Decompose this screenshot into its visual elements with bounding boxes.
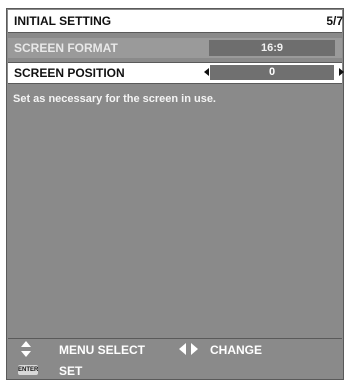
right-arrow-icon[interactable] xyxy=(339,68,344,76)
screen-format-value: 16:9 xyxy=(209,40,335,56)
menu-item-label: SCREEN POSITION xyxy=(14,66,125,80)
left-right-arrow-icon xyxy=(179,343,201,355)
menu-item-screen-position[interactable]: SCREEN POSITION 0 xyxy=(8,62,344,84)
screen-position-value[interactable]: 0 xyxy=(210,65,334,80)
osd-menu-window: INITIAL SETTING 5/7 SCREEN FORMAT 16:9 S… xyxy=(6,8,344,380)
change-hint: CHANGE xyxy=(210,343,263,357)
menu-item-screen-format[interactable]: SCREEN FORMAT 16:9 xyxy=(8,38,342,58)
menu-header: INITIAL SETTING 5/7 xyxy=(8,10,343,33)
menu-select-hint: MENU SELECT xyxy=(59,343,146,357)
menu-title: INITIAL SETTING xyxy=(14,14,112,28)
description-text: Set as necessary for the screen in use. xyxy=(13,93,216,105)
menu-item-label: SCREEN FORMAT xyxy=(14,41,118,55)
page-indicator: 5/7 xyxy=(326,14,343,28)
footer-divider xyxy=(8,338,342,339)
set-hint: SET xyxy=(59,364,83,378)
enter-key-icon: ENTER xyxy=(18,365,39,375)
up-down-arrow-icon xyxy=(20,341,32,359)
left-arrow-icon[interactable] xyxy=(204,68,209,76)
